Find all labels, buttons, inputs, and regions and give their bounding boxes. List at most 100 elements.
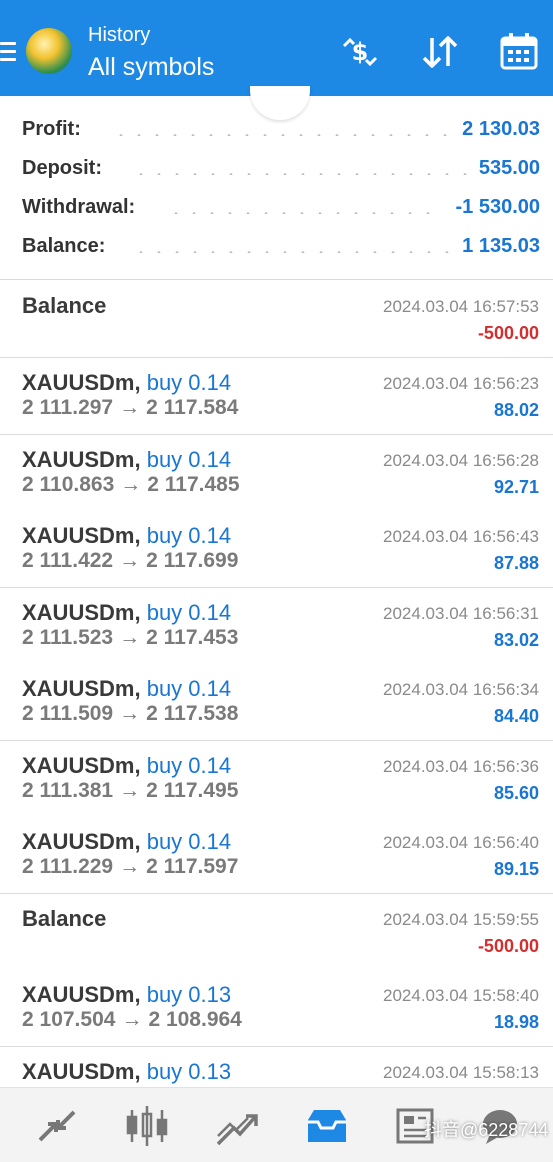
deal-prices: 2 111.523 → 2 117.453 — [22, 626, 238, 650]
trade-row[interactable]: XAUUSDm, buy 0.14 2 111.297 → 2 117.584 20… — [0, 358, 553, 435]
deal-symbol: XAUUSDm, — [22, 676, 141, 701]
dotted-leader — [167, 212, 437, 214]
deal-symbol: XAUUSDm, — [22, 982, 141, 1007]
deal-title: Balance — [22, 906, 107, 931]
trade-icon[interactable] — [214, 1104, 260, 1148]
deposit-value: 535.00 — [472, 157, 540, 180]
currency-switch-icon[interactable]: $ — [338, 30, 382, 74]
sort-icon[interactable] — [418, 30, 462, 74]
open-price: 2 110.863 — [22, 473, 115, 496]
dotted-leader — [132, 173, 472, 175]
deal-symbol: XAUUSDm, — [22, 1059, 141, 1084]
trade-row[interactable]: XAUUSDm, buy 0.14 2 111.229 → 2 117.597 20… — [0, 817, 553, 894]
deal-time: 2024.03.04 16:56:34 — [383, 680, 539, 699]
trade-row[interactable]: XAUUSDm, buy 0.14 2 111.381 → 2 117.495 20… — [0, 741, 553, 818]
deal-profit: -500.00 — [477, 936, 539, 956]
deal-side: buy 0.14 — [146, 447, 232, 472]
deal-symbol-line: XAUUSDm, buy 0.14 — [22, 523, 231, 549]
trade-row[interactable]: XAUUSDm, buy 0.14 2 111.509 → 2 117.538 20… — [0, 664, 553, 741]
deal-prices: 2 111.297 → 2 117.584 — [22, 396, 238, 420]
deal-symbol-line: XAUUSDm, buy 0.14 — [22, 370, 231, 396]
deal-symbol: XAUUSDm, — [22, 370, 141, 395]
price-arrow: → — [119, 549, 141, 572]
deal-profit: 18.98 — [493, 1012, 539, 1032]
deal-title: Balance — [22, 293, 107, 318]
deal-symbol: XAUUSDm, — [22, 753, 141, 778]
open-price: 2 107.504 — [22, 1008, 116, 1031]
deal-time: 2024.03.04 16:56:40 — [383, 833, 539, 852]
history-summary: Profit: 2 130.03 Deposit: 535.00 Withdra… — [0, 96, 553, 280]
app-logo — [26, 28, 72, 74]
price-arrow: → — [121, 1008, 143, 1031]
deal-time: 2024.03.04 15:59:55 — [383, 910, 539, 929]
dotted-leader — [112, 134, 452, 136]
deal-time: 2024.03.04 16:56:23 — [383, 374, 539, 393]
deal-symbol-line: XAUUSDm, buy 0.13 — [22, 982, 231, 1008]
deal-profit: 84.40 — [493, 706, 539, 726]
close-price: 2 117.584 — [146, 396, 239, 419]
close-price: 2 117.597 — [146, 855, 239, 878]
summary-withdrawal-row: Withdrawal: -1 530.00 — [22, 196, 540, 226]
deal-symbol: XAUUSDm, — [22, 600, 141, 625]
price-arrow: → — [119, 626, 141, 649]
deal-time: 2024.03.04 15:58:40 — [383, 986, 539, 1005]
deal-side: buy 0.14 — [146, 523, 232, 548]
summary-balance-row: Balance: 1 135.03 — [22, 235, 540, 265]
deal-prices: 2 110.863 → 2 117.485 — [22, 473, 240, 497]
withdrawal-value: -1 530.00 — [449, 196, 540, 219]
deal-profit: 83.02 — [493, 630, 539, 650]
close-price: 2 117.485 — [147, 473, 240, 496]
chart-icon[interactable] — [124, 1104, 170, 1148]
deal-symbol-line: XAUUSDm, buy 0.14 — [22, 600, 231, 626]
deal-side: buy 0.14 — [146, 829, 232, 854]
close-price: 2 117.453 — [146, 626, 239, 649]
calendar-icon[interactable] — [498, 30, 542, 74]
close-price: 2 108.964 — [148, 1008, 242, 1031]
top-app-bar: History All symbols $ — [0, 0, 553, 96]
price-arrow: → — [119, 396, 141, 419]
deal-time: 2024.03.04 16:56:28 — [383, 451, 539, 470]
menu-icon[interactable] — [0, 42, 16, 62]
deal-prices: 2 111.509 → 2 117.538 — [22, 702, 238, 726]
deal-side: buy 0.14 — [146, 600, 232, 625]
header-title[interactable]: All symbols — [88, 53, 214, 82]
deal-prices: 2 111.229 → 2 117.597 — [22, 855, 238, 879]
quotes-icon[interactable] — [34, 1104, 80, 1148]
deal-symbol: XAUUSDm, — [22, 523, 141, 548]
balance-value: 1 135.03 — [456, 235, 540, 258]
deal-symbol-line: XAUUSDm, buy 0.13 — [22, 1059, 231, 1085]
open-price: 2 111.297 — [22, 396, 114, 419]
trade-row[interactable]: XAUUSDm, buy 0.14 2 110.863 → 2 117.485 20… — [0, 435, 553, 512]
close-price: 2 117.495 — [146, 779, 239, 802]
history-icon[interactable] — [304, 1104, 350, 1148]
balance-row[interactable]: Balance 2024.03.04 16:57:53 -500.00 — [0, 281, 553, 358]
watermark: 抖音@6228744 — [424, 1120, 549, 1140]
deal-symbol-line: XAUUSDm, buy 0.14 — [22, 447, 231, 473]
deal-symbol-line: XAUUSDm, buy 0.14 — [22, 676, 231, 702]
deal-profit: 92.71 — [493, 477, 539, 497]
deal-time: 2024.03.04 16:56:36 — [383, 757, 539, 776]
open-price: 2 111.509 — [22, 702, 114, 725]
trade-row[interactable]: XAUUSDm, buy 0.14 2 111.422 → 2 117.699 20… — [0, 511, 553, 588]
deal-prices: 2 111.381 → 2 117.495 — [22, 779, 238, 803]
close-price: 2 117.699 — [146, 549, 239, 572]
deal-side: buy 0.14 — [146, 370, 232, 395]
summary-profit-row: Profit: 2 130.03 — [22, 118, 540, 148]
deal-side: buy 0.13 — [146, 982, 232, 1007]
deal-time: 2024.03.04 16:56:31 — [383, 604, 539, 623]
profit-label: Profit: — [22, 118, 87, 141]
header-subtitle: History — [88, 24, 151, 46]
trade-row[interactable]: XAUUSDm, buy 0.14 2 111.523 → 2 117.453 20… — [0, 588, 553, 665]
trade-row[interactable]: XAUUSDm, buy 0.13 2 107.504 → 2 108.964 20… — [0, 970, 553, 1047]
deal-time: 2024.03.04 16:56:43 — [383, 527, 539, 546]
deal-prices: 2 111.422 → 2 117.699 — [22, 549, 238, 573]
balance-label: Balance: — [22, 235, 112, 258]
dotted-leader — [132, 251, 452, 253]
balance-row[interactable]: Balance 2024.03.04 15:59:55 -500.00 — [0, 894, 553, 971]
deal-side: buy 0.14 — [146, 753, 232, 778]
profit-value: 2 130.03 — [456, 118, 540, 141]
deal-side: buy 0.14 — [146, 676, 232, 701]
deal-symbol-line: XAUUSDm, buy 0.14 — [22, 753, 231, 779]
deal-symbol-line: XAUUSDm, buy 0.14 — [22, 829, 231, 855]
deal-time: 2024.03.04 16:57:53 — [383, 297, 539, 316]
